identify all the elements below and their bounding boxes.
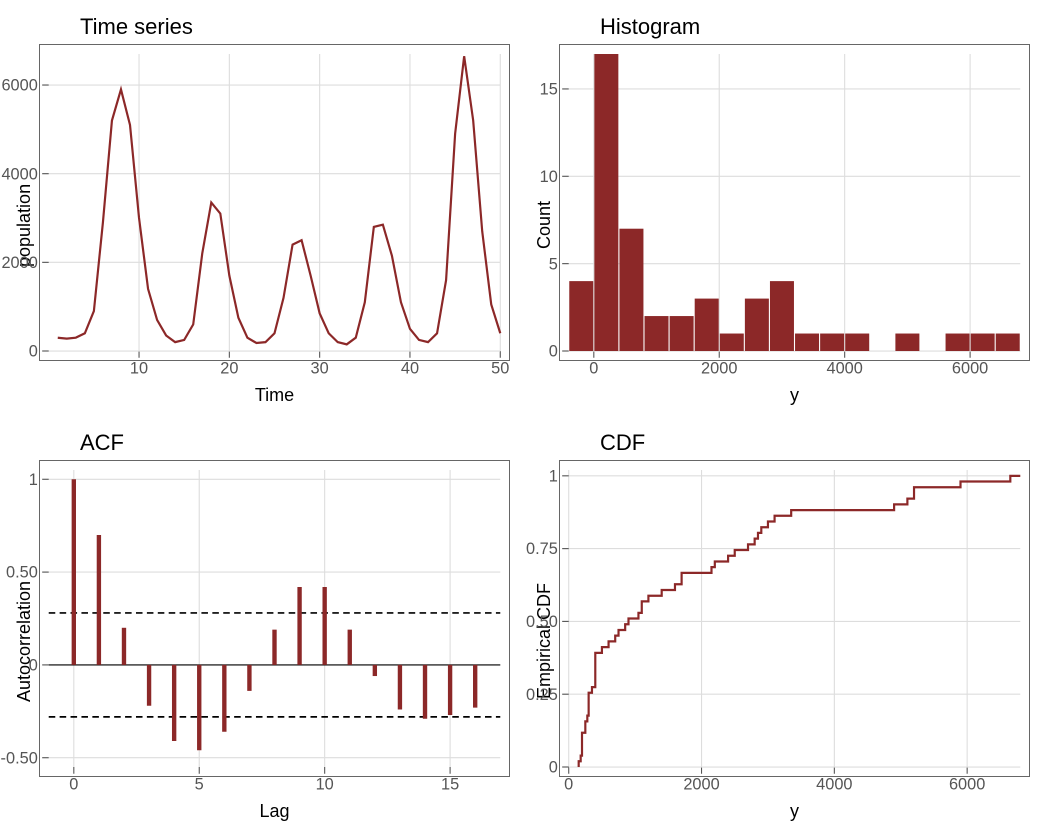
svg-text:15: 15 [540,79,558,98]
svg-text:5: 5 [195,774,204,793]
svg-text:2000: 2000 [683,774,719,793]
svg-text:10: 10 [130,358,148,377]
x-axis-label: Lag [39,777,510,822]
svg-text:0: 0 [549,757,558,776]
plot-area-acf: 051015-0.5000.501 [39,460,510,777]
plot-area-cdf: 020004000600000.250.500.751 [559,460,1030,777]
svg-text:15: 15 [441,774,459,793]
x-axis-label: Time [39,361,510,406]
svg-text:10: 10 [540,167,558,186]
svg-text:0.50: 0.50 [526,612,558,631]
svg-text:0.25: 0.25 [526,685,558,704]
svg-text:20: 20 [220,358,238,377]
svg-text:1: 1 [29,470,38,489]
svg-text:0: 0 [69,774,78,793]
svg-text:0: 0 [589,358,598,377]
svg-text:0: 0 [564,774,573,793]
svg-text:0.75: 0.75 [526,539,558,558]
svg-text:6000: 6000 [949,774,985,793]
chart-grid: Time series population 10203040500200040… [0,0,1040,832]
y-axis-label: Autocorrelation [10,460,39,822]
panel-timeseries: Time series population 10203040500200040… [10,10,510,406]
svg-text:40: 40 [401,358,419,377]
plot-area-histogram: 0200040006000051015 [559,44,1030,361]
svg-text:4000: 4000 [1,164,37,183]
svg-text:0.50: 0.50 [6,562,38,581]
panel-cdf: CDF Empirical CDF 020004000600000.250.50… [530,426,1030,822]
svg-text:0: 0 [29,341,38,360]
svg-text:30: 30 [311,358,329,377]
svg-text:6000: 6000 [1,75,37,94]
svg-text:6000: 6000 [952,358,988,377]
chart-title: Histogram [600,14,1030,40]
chart-title: Time series [80,14,510,40]
svg-text:4000: 4000 [826,358,862,377]
svg-text:10: 10 [316,774,334,793]
svg-text:5: 5 [549,254,558,273]
svg-text:2000: 2000 [1,253,37,272]
svg-text:4000: 4000 [816,774,852,793]
svg-text:0: 0 [29,655,38,674]
svg-text:1: 1 [549,466,558,485]
chart-title: ACF [80,430,510,456]
svg-text:0: 0 [549,341,558,360]
svg-text:2000: 2000 [701,358,737,377]
panel-acf: ACF Autocorrelation 051015-0.5000.501 La… [10,426,510,822]
svg-text:50: 50 [491,358,509,377]
chart-title: CDF [600,430,1030,456]
svg-text:-0.50: -0.50 [1,748,38,767]
plot-area-timeseries: 10203040500200040006000 [39,44,510,361]
panel-histogram: Histogram Count 0200040006000051015 y [530,10,1030,406]
